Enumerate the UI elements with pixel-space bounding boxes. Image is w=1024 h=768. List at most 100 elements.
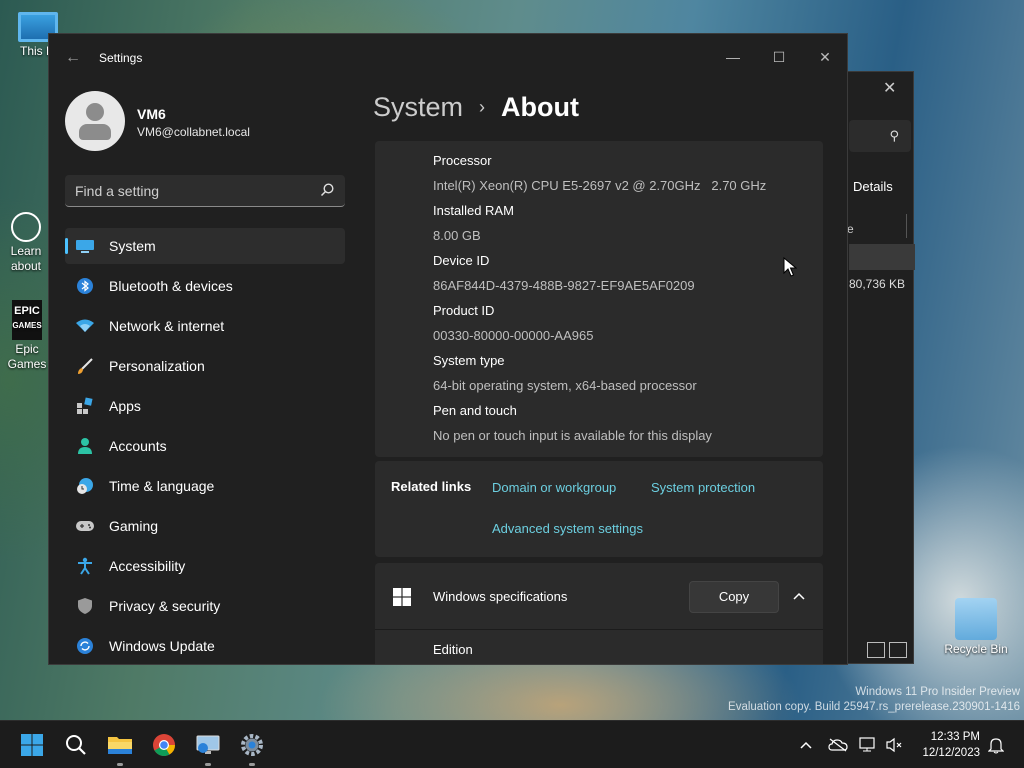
copy-button[interactable]: Copy [689,581,779,613]
domain-workgroup-link[interactable]: Domain or workgroup [492,480,616,495]
running-indicator [117,763,123,766]
volume-muted-icon[interactable] [884,735,904,755]
search-icon[interactable] [319,182,335,198]
close-icon[interactable]: ✕ [883,78,896,98]
update-icon [75,636,95,656]
breadcrumb-parent[interactable]: System [373,92,463,123]
sidebar-item-label: Accounts [109,438,167,454]
sidebar-item-bluetooth[interactable]: Bluetooth & devices [65,268,345,304]
details-view-icon[interactable] [867,642,885,658]
desktop-icon-recycle-bin[interactable]: Recycle Bin [938,598,1014,656]
desktop-icon-epic-games[interactable]: EPICGAMES Epic Games Launcher [6,300,48,372]
recycle-bin-icon [955,598,997,640]
apps-icon [75,396,95,416]
spec-label-ram: Installed RAM [433,203,514,218]
taskbar-search-button[interactable] [60,729,92,761]
insider-watermark: Windows 11 Pro Insider Preview Evaluatio… [728,685,1020,715]
sidebar-item-time-language[interactable]: Time & language [65,468,345,504]
settings-window[interactable]: ← Settings — ☐ ✕ VM6 VM6@collabnet.local… [48,33,848,665]
sidebar-item-gaming[interactable]: Gaming [65,508,345,544]
view-toggles[interactable] [867,642,907,658]
chevron-up-icon[interactable] [792,589,806,603]
chrome-icon [153,734,175,756]
windows-start-icon [21,734,43,756]
avatar[interactable] [65,91,125,151]
related-links-card: Related links Domain or workgroup System… [375,461,823,557]
start-button[interactable] [16,729,48,761]
spec-value-product-id: 00330-80000-00000-AA965 [433,328,594,343]
windows-specifications-title: Windows specifications [433,589,568,604]
sidebar-item-label: Gaming [109,518,159,534]
network-icon[interactable] [858,735,878,755]
windows-specifications-header[interactable]: Windows specifications Copy [375,563,823,630]
chevron-right-icon: › [479,97,486,117]
sidebar-item-accounts[interactable]: Accounts [65,428,345,464]
sidebar-item-privacy-security[interactable]: Privacy & security [65,588,345,624]
sidebar-item-label: Privacy & security [109,598,221,614]
taskbar-settings[interactable] [236,729,268,766]
search-input[interactable] [75,183,305,199]
tiles-view-icon[interactable] [889,642,907,658]
system-icon [75,236,95,256]
sidebar-item-label: System [109,238,156,254]
advanced-system-settings-link[interactable]: Advanced system settings [492,521,643,536]
notification-bell-icon[interactable] [986,735,1006,755]
user-name: VM6 [137,106,166,122]
avatar-head [86,103,104,121]
search-icon: ⚲ [889,128,899,143]
system-protection-link[interactable]: System protection [651,480,755,495]
onedrive-offline-icon[interactable] [828,735,848,755]
sidebar-item-system[interactable]: System [65,228,345,264]
clock-globe-icon [75,476,95,496]
windows-specifications-card: Windows specifications Copy Edition [375,563,823,664]
search-box[interactable] [65,175,345,207]
details-button[interactable]: Details [853,179,893,194]
accessibility-icon [75,556,95,576]
window-title: Settings [99,51,143,65]
sidebar-item-network[interactable]: Network & internet [65,308,345,344]
spec-label-processor: Processor [433,153,492,168]
close-button[interactable]: ✕ [805,42,845,72]
taskbar-file-explorer[interactable] [104,729,136,766]
breadcrumb: System › About [373,92,579,123]
network-icon [75,316,95,336]
spec-value-ram: 8.00 GB [433,228,481,243]
column-header[interactable]: e [847,222,854,236]
clock-time: 12:33 PM [930,731,980,743]
sidebar-item-accessibility[interactable]: Accessibility [65,548,345,584]
title-bar[interactable]: ← Settings — ☐ ✕ [49,34,847,82]
remote-desktop-icon [196,735,220,754]
windows-logo-icon [393,588,411,606]
desktop-icon-learn-about-picture[interactable]: Learn about this picture [4,212,48,274]
related-links-title: Related links [391,479,472,494]
back-arrow-icon[interactable]: ← [65,49,81,67]
sidebar-item-label: Bluetooth & devices [109,278,233,294]
maximize-button[interactable]: ☐ [759,42,799,72]
content-pane[interactable]: Processor Intel(R) Xeon(R) CPU E5-2697 v… [375,141,823,664]
sidebar-item-label: Windows Update [109,638,215,654]
epic-games-logo-icon: EPIC GAMES [12,300,42,340]
sidebar-item-label: Time & language [109,478,215,494]
sidebar-item-windows-update[interactable]: Windows Update [65,628,345,664]
explorer-search-box[interactable]: ⚲ [849,120,911,152]
running-indicator [249,763,255,766]
chevron-up-icon[interactable] [796,735,816,755]
spec-label-device-id: Device ID [433,253,490,268]
shield-icon [75,596,95,616]
spec-value-pen-touch: No pen or touch input is available for t… [433,428,712,443]
sidebar-item-personalization[interactable]: Personalization [65,348,345,384]
device-specifications-card: Processor Intel(R) Xeon(R) CPU E5-2697 v… [375,141,823,457]
taskbar-remote-desktop[interactable] [192,729,224,766]
clock[interactable]: 12:33 PM 12/12/2023 [918,729,980,761]
gear-icon [241,734,263,756]
taskbar-chrome[interactable] [148,729,180,761]
page-title: About [501,92,579,122]
spec-label-system-type: System type [433,353,505,368]
folder-icon [108,737,132,754]
selected-row[interactable] [849,244,915,270]
sidebar-item-label: Apps [109,398,141,414]
desktop-icon-label: Epic Games Launcher [7,342,47,371]
minimize-button[interactable]: — [713,42,753,72]
sidebar-item-apps[interactable]: Apps [65,388,345,424]
brush-icon [75,356,95,376]
